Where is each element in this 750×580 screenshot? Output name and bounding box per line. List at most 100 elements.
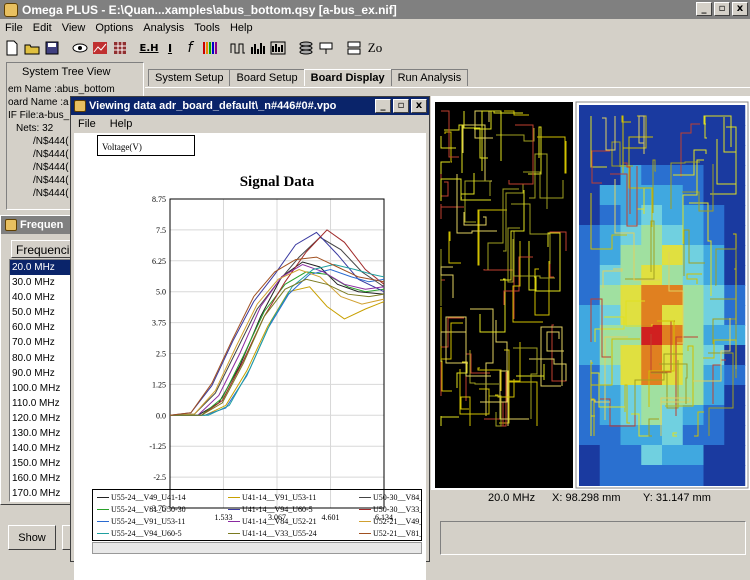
heatmap-cell (579, 465, 600, 486)
menu-view[interactable]: View (57, 22, 91, 34)
heatmap-cell (724, 285, 746, 306)
frequency-item[interactable]: 90.0 MHz (10, 366, 78, 381)
legend-item: U55-24__V81_U50-30 (97, 505, 186, 514)
minimize-button[interactable]: _ (696, 2, 712, 16)
app-title: Omega PLUS - E:\Quan...xamples\abus_bott… (22, 2, 397, 17)
heatmap-cell (620, 405, 642, 426)
menu-help[interactable]: Help (225, 22, 258, 34)
wave-icon[interactable] (229, 39, 247, 57)
legend-label: U50-30__V33_ (373, 505, 422, 514)
legend-swatch (359, 497, 371, 498)
menu-analysis[interactable]: Analysis (138, 22, 189, 34)
viewer-maximize-button[interactable]: ▫ (393, 99, 409, 113)
save-icon[interactable] (43, 39, 61, 57)
legend-swatch (97, 521, 109, 522)
viewer-menu-help[interactable]: Help (103, 118, 140, 130)
frequency-item[interactable]: 60.0 MHz (10, 320, 78, 335)
frequency-item[interactable]: 170.0 MHz (10, 486, 78, 501)
heatmap-cell (682, 445, 704, 466)
eh-icon[interactable]: E.H (139, 39, 159, 57)
menu-tools[interactable]: Tools (189, 22, 225, 34)
gauge-icon[interactable] (269, 39, 287, 57)
heatmap-cell (682, 145, 704, 166)
heatmap-cell (724, 265, 746, 286)
board-display-panel[interactable] (431, 96, 750, 490)
viewer-titlebar: Viewing data adr_board_default\_n#446#0#… (71, 97, 429, 115)
frequency-item[interactable]: 150.0 MHz (10, 456, 78, 471)
probe-icon[interactable] (317, 39, 335, 57)
frequency-header[interactable]: Frequenci (11, 240, 79, 258)
tab-board-display[interactable]: Board Display (303, 69, 392, 86)
menu-file[interactable]: File (0, 22, 28, 34)
frequency-list[interactable]: 20.0 MHz 30.0 MHz 40.0 MHz 50.0 MHz 60.0 MHz… (9, 259, 79, 502)
heatmap-cell (682, 105, 704, 126)
legend-item: U55-24__V49_U41-14 (97, 493, 186, 502)
legend-scrollbar[interactable] (92, 542, 422, 554)
stack-icon[interactable] (345, 39, 363, 57)
frequency-item[interactable]: 140.0 MHz (10, 441, 78, 456)
view-icon[interactable] (71, 39, 89, 57)
f-icon[interactable]: f (181, 39, 199, 57)
viewer-close-button[interactable]: x (411, 99, 427, 113)
toolbar: E.H I f Zo (0, 37, 750, 59)
heatmap-cell (724, 225, 746, 246)
heatmap-cell (599, 205, 621, 226)
status-frequency: 20.0 MHz (488, 492, 536, 504)
frequency-item[interactable]: 40.0 MHz (10, 290, 78, 305)
chart-icon[interactable] (91, 39, 109, 57)
heatmap-cell (662, 365, 683, 386)
tree-node[interactable]: em Name :abus_bottom (8, 83, 144, 96)
frequency-item[interactable]: 160.0 MHz (10, 471, 78, 486)
frequency-item[interactable]: 180.0 MHz (10, 502, 78, 503)
frequency-item[interactable]: 70.0 MHz (10, 335, 78, 350)
board-layout-view[interactable] (431, 96, 750, 490)
heatmap-cell (579, 285, 600, 306)
heatmap-cell (662, 305, 683, 326)
frequency-item[interactable]: 120.0 MHz (10, 411, 78, 426)
zo-icon[interactable]: Zo (365, 39, 385, 57)
frequency-item[interactable]: 30.0 MHz (10, 275, 78, 290)
frequency-item[interactable]: 100.0 MHz (10, 381, 78, 396)
frequency-item[interactable]: 130.0 MHz (10, 426, 78, 441)
heatmap-cell (599, 305, 621, 326)
heatmap-cell (579, 325, 600, 346)
frequency-item[interactable]: 20.0 MHz (10, 260, 78, 276)
frequency-item[interactable]: 50.0 MHz (10, 305, 78, 320)
heatmap-cell (620, 125, 642, 146)
heatmap-cell (662, 445, 683, 466)
legend-swatch (97, 497, 109, 498)
heatmap-cell (599, 105, 621, 126)
signal-chart-area: Voltage(V) Signal Data 8.75 7.5 6.25 5.0 3.75… (74, 133, 426, 580)
menu-options[interactable]: Options (90, 22, 138, 34)
heatmap-cell (724, 325, 746, 346)
grid-icon[interactable] (111, 39, 129, 57)
viewer-menu-file[interactable]: File (71, 118, 103, 130)
heatmap-cell (703, 125, 725, 146)
heatmap-cell (682, 205, 704, 226)
legend-item: U50-30__V84_ (359, 493, 421, 502)
open-icon[interactable] (23, 39, 41, 57)
new-icon[interactable] (3, 39, 21, 57)
maximize-button[interactable]: ▫ (714, 2, 730, 16)
heatmap-cell (662, 345, 683, 366)
heatmap-cell (641, 305, 663, 326)
heatmap-cell (579, 205, 600, 226)
heatmap-cell (682, 405, 704, 426)
bars-icon[interactable] (249, 39, 267, 57)
tab-run-analysis[interactable]: Run Analysis (390, 69, 469, 86)
viewer-vscroll[interactable] (426, 133, 429, 561)
legend-swatch (228, 533, 240, 534)
i-icon[interactable]: I (161, 39, 179, 57)
frequency-item[interactable]: 80.0 MHz (10, 351, 78, 366)
viewer-minimize-button[interactable]: _ (375, 99, 391, 113)
show-button[interactable]: Show (8, 525, 56, 550)
frequency-item[interactable]: 110.0 MHz (10, 396, 78, 411)
tab-system-setup[interactable]: System Setup (148, 69, 231, 86)
close-button[interactable]: x (732, 2, 748, 16)
legend-item: U41-14__V94_U60-5 (228, 505, 313, 514)
spectrum-icon[interactable] (201, 39, 219, 57)
heatmap-cell (620, 365, 642, 386)
layers-icon[interactable] (297, 39, 315, 57)
menu-edit[interactable]: Edit (28, 22, 57, 34)
tab-board-setup[interactable]: Board Setup (229, 69, 305, 86)
